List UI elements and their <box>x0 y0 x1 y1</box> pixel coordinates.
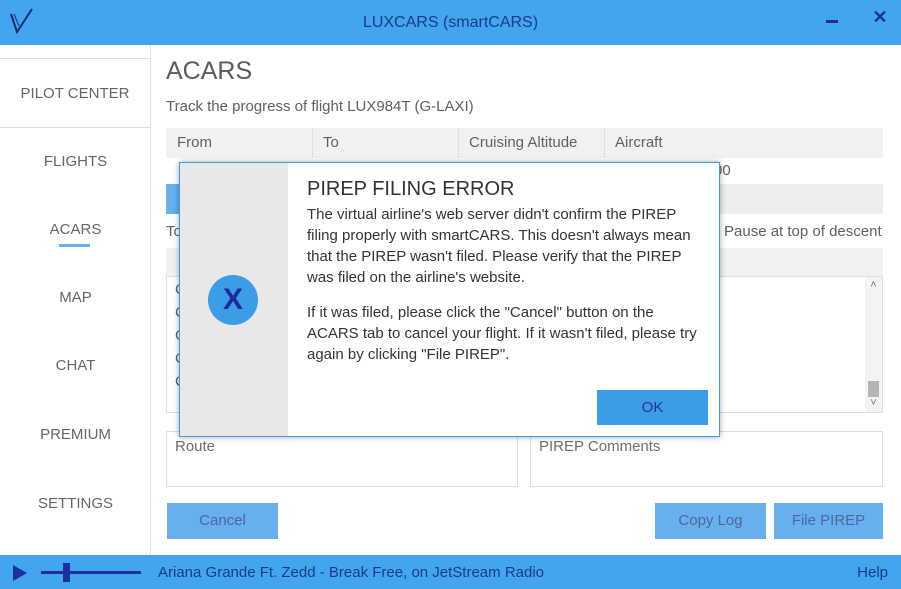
play-icon[interactable] <box>13 565 27 581</box>
now-playing-text: Ariana Grande Ft. Zedd - Break Free, on … <box>158 564 545 581</box>
x-error-icon: X <box>208 275 258 325</box>
window-title: LUXCARS (smartCARS) <box>362 14 539 31</box>
title-bar: LUXCARS (smartCARS) ✕ <box>0 0 901 45</box>
dialog-message-paragraph: The virtual airline's web server didn't … <box>307 206 691 286</box>
dialog-message: The virtual airline's web server didn't … <box>307 204 707 365</box>
help-link[interactable]: Help <box>857 564 888 581</box>
pirep-error-dialog: X PIREP FILING ERROR The virtual airline… <box>179 162 720 437</box>
radio-player-bar: Ariana Grande Ft. Zedd - Break Free, on … <box>0 555 901 589</box>
volume-slider[interactable] <box>41 571 141 574</box>
volume-slider-thumb[interactable] <box>63 563 70 582</box>
dialog-icon-panel: X <box>180 163 288 436</box>
minimize-button[interactable] <box>826 20 838 23</box>
dialog-title: PIREP FILING ERROR <box>307 178 515 200</box>
ok-button[interactable]: OK <box>597 390 708 425</box>
dialog-message-paragraph: If it was filed, please click the "Cance… <box>307 304 697 363</box>
close-button[interactable]: ✕ <box>868 5 892 29</box>
